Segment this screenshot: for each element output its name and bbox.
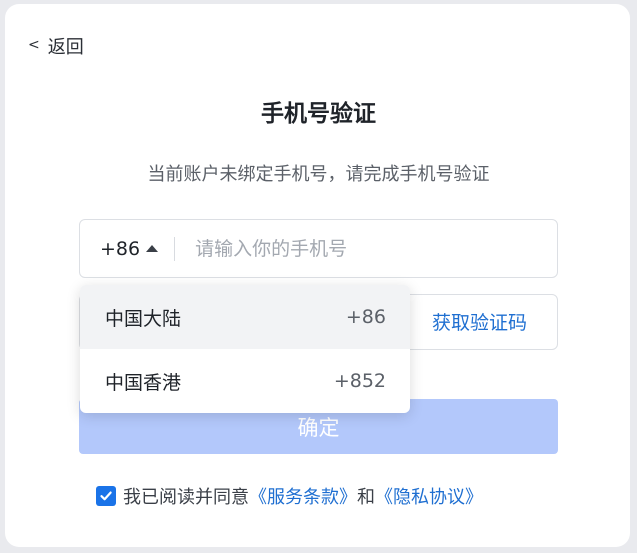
terms-link[interactable]: 《服务条款》 xyxy=(249,483,357,509)
back-button[interactable]: < 返回 xyxy=(28,33,84,59)
phone-field: +86 xyxy=(79,219,558,278)
confirm-label: 确定 xyxy=(297,415,340,440)
country-name: 中国大陆 xyxy=(105,307,182,330)
agreement-checkbox[interactable] xyxy=(96,486,116,506)
divider xyxy=(174,236,176,261)
chevron-left-icon: < xyxy=(28,37,40,53)
country-name: 中国香港 xyxy=(105,371,182,394)
country-option-mainland[interactable]: 中国大陆 +86 xyxy=(80,285,410,349)
agreement-text: 我已阅读并同意 xyxy=(123,487,249,508)
country-code-selector[interactable]: +86 xyxy=(80,237,159,260)
page-title: 手机号验证 xyxy=(261,101,376,127)
country-code-value: +86 xyxy=(100,237,141,260)
country-option-hongkong[interactable]: 中国香港 +852 xyxy=(80,349,410,413)
checkmark-icon xyxy=(100,491,112,501)
caret-up-icon xyxy=(146,245,159,252)
country-code: +86 xyxy=(345,306,386,328)
country-code: +852 xyxy=(333,370,386,392)
agreement-row: 我已阅读并同意 《服务条款》 和 《隐私协议》 xyxy=(96,483,483,509)
agreement-and: 和 xyxy=(357,487,375,508)
page-subtitle: 当前账户未绑定手机号，请完成手机号验证 xyxy=(147,164,490,185)
back-label: 返回 xyxy=(47,37,84,58)
get-code-button[interactable]: 获取验证码 xyxy=(432,308,527,335)
country-code-dropdown: 中国大陆 +86 中国香港 +852 xyxy=(80,285,410,413)
phone-input[interactable] xyxy=(193,236,557,261)
privacy-link[interactable]: 《隐私协议》 xyxy=(375,483,483,509)
